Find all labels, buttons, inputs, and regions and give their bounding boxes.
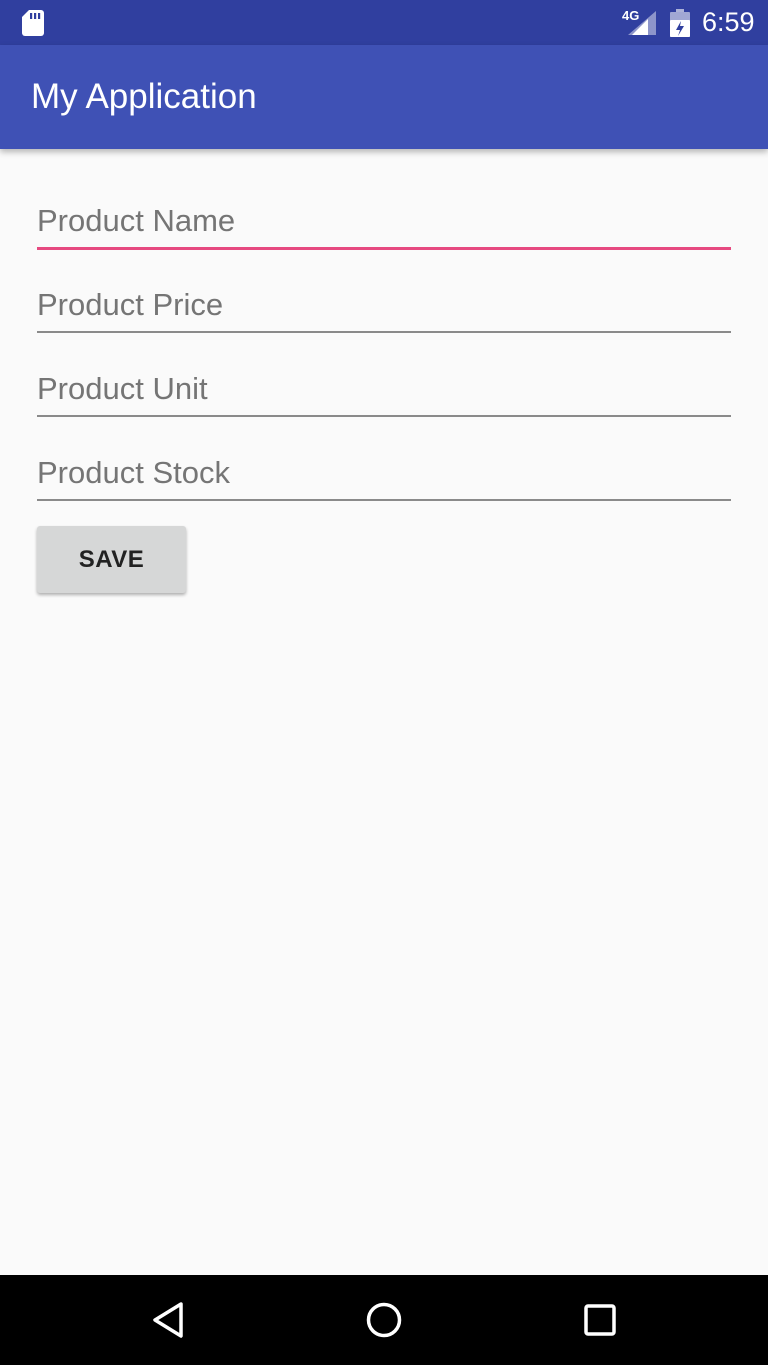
clock: 6:59 xyxy=(702,7,755,37)
home-button[interactable] xyxy=(334,1275,434,1365)
home-icon xyxy=(366,1302,402,1338)
product-unit-input[interactable] xyxy=(37,365,731,413)
product-stock-field[interactable] xyxy=(37,449,731,501)
recents-button[interactable] xyxy=(550,1275,650,1365)
product-stock-input[interactable] xyxy=(37,449,731,497)
status-bar: 4G 6:59 xyxy=(0,0,768,45)
back-button[interactable] xyxy=(118,1275,218,1365)
product-name-input[interactable] xyxy=(37,197,731,245)
product-unit-field[interactable] xyxy=(37,365,731,417)
battery-icon xyxy=(670,9,690,37)
product-price-field[interactable] xyxy=(37,281,731,333)
app-bar: My Application xyxy=(0,45,768,149)
product-price-input[interactable] xyxy=(37,281,731,329)
back-icon xyxy=(153,1302,183,1338)
recents-icon xyxy=(584,1304,616,1336)
sd-card-icon xyxy=(22,10,44,36)
signal-icon xyxy=(628,11,656,35)
app-title: My Application xyxy=(31,77,257,116)
navigation-bar xyxy=(0,1275,768,1365)
save-button[interactable]: SAVE xyxy=(37,526,186,593)
product-name-field[interactable] xyxy=(37,197,731,250)
